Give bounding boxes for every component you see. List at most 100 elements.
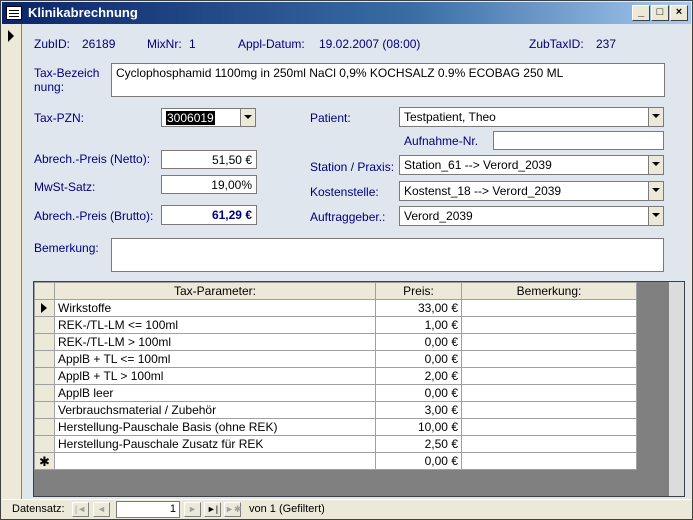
chevron-down-icon[interactable] (648, 207, 663, 225)
tax-bezeichnung-field[interactable]: Cyclophosphamid 1100mg in 250ml NaCl 0,9… (111, 63, 665, 97)
table-header-row: Tax-Parameter: Preis: Bemerkung: (34, 282, 637, 300)
new-record-row[interactable]: ✱ 0,00 € (34, 452, 637, 470)
param-cell[interactable]: ApplB + TL <= 100ml (54, 350, 376, 368)
table-row[interactable]: Herstellung-Pauschale Zusatz für REK 2,5… (34, 435, 637, 453)
param-cell[interactable] (54, 452, 376, 470)
row-selector[interactable] (34, 384, 55, 402)
aufnahme-field[interactable] (493, 131, 664, 150)
row-selector[interactable]: ✱ (34, 452, 55, 470)
table-row[interactable]: REK-/TL-LM <= 100ml 1,00 € (34, 316, 637, 334)
preis-cell[interactable]: 1,00 € (375, 316, 462, 334)
row-selector[interactable] (34, 350, 55, 368)
preis-cell[interactable]: 10,00 € (375, 418, 462, 436)
record-count-text: von 1 (Gefiltert) (249, 503, 325, 515)
preis-cell[interactable]: 2,00 € (375, 367, 462, 385)
record-selector[interactable] (2, 24, 22, 499)
param-cell[interactable]: REK-/TL-LM > 100ml (54, 333, 376, 351)
preis-cell[interactable]: 0,00 € (375, 452, 462, 470)
current-record-input[interactable]: 1 (116, 501, 180, 518)
chevron-down-icon[interactable] (648, 182, 663, 200)
patient-label: Patient: (310, 111, 351, 125)
param-cell[interactable]: Herstellung-Pauschale Zusatz für REK (54, 435, 376, 453)
preis-cell[interactable]: 0,00 € (375, 333, 462, 351)
subform-scrollbar[interactable] (668, 282, 684, 496)
column-header-bemerkung[interactable]: Bemerkung: (461, 282, 637, 300)
prev-record-button[interactable]: ◄ (93, 502, 110, 517)
auftraggeber-combo[interactable]: Verord_2039 (399, 206, 664, 226)
param-cell[interactable]: Herstellung-Pauschale Basis (ohne REK) (54, 418, 376, 436)
table-row[interactable]: Verbrauchsmaterial / Zubehör 3,00 € (34, 401, 637, 419)
chevron-down-icon[interactable] (648, 108, 663, 126)
chevron-down-icon[interactable] (240, 109, 255, 126)
close-button[interactable]: × (670, 5, 688, 21)
table-row[interactable]: ApplB + TL > 100ml 2,00 € (34, 367, 637, 385)
tax-pzn-combo[interactable]: 3006019 (161, 108, 256, 127)
zubtaxid-label: ZubTaxID: (529, 37, 584, 51)
first-record-button[interactable]: |◄ (72, 502, 89, 517)
current-record-arrow-icon (8, 30, 14, 42)
datensatz-label: Datensatz: (12, 503, 65, 515)
netto-label: Abrech.-Preis (Netto): (34, 152, 151, 166)
table-row[interactable]: ApplB + TL <= 100ml 0,00 € (34, 350, 637, 368)
table-row[interactable]: Herstellung-Pauschale Basis (ohne REK) 1… (34, 418, 637, 436)
next-record-button[interactable]: ► (184, 502, 201, 517)
mixnr-value: 1 (189, 37, 196, 51)
bemerkung-field[interactable] (111, 238, 664, 272)
bemerkung-cell[interactable] (461, 435, 637, 453)
netto-field[interactable]: 51,50 € (161, 150, 257, 169)
bemerkung-cell[interactable] (461, 384, 637, 402)
appl-datum-value: 19.02.2007 (08:00) (319, 37, 421, 51)
row-selector[interactable] (34, 418, 55, 436)
minimize-button[interactable]: _ (632, 5, 650, 21)
station-value: Station_61 --> Verord_2039 (404, 158, 552, 172)
param-cell[interactable]: ApplB + TL > 100ml (54, 367, 376, 385)
zubtaxid-value: 237 (596, 37, 617, 51)
row-selector[interactable] (34, 435, 55, 453)
bemerkung-cell[interactable] (461, 401, 637, 419)
column-header-tax-parameter[interactable]: Tax-Parameter: (54, 282, 376, 300)
bemerkung-cell[interactable] (461, 333, 637, 351)
new-record-button[interactable]: ►✱ (224, 502, 241, 517)
row-selector[interactable] (34, 401, 55, 419)
param-cell[interactable]: Wirkstoffe (54, 299, 376, 317)
table-row[interactable]: REK-/TL-LM > 100ml 0,00 € (34, 333, 637, 351)
aufnahme-label: Aufnahme-Nr. (404, 134, 479, 148)
table-row[interactable]: Wirkstoffe 33,00 € (34, 299, 637, 317)
bemerkung-cell[interactable] (461, 367, 637, 385)
param-cell[interactable]: REK-/TL-LM <= 100ml (54, 316, 376, 334)
bemerkung-cell[interactable] (461, 299, 637, 317)
preis-cell[interactable]: 3,00 € (375, 401, 462, 419)
preis-cell[interactable]: 0,00 € (375, 350, 462, 368)
maximize-button[interactable]: □ (651, 5, 669, 21)
bemerkung-cell[interactable] (461, 418, 637, 436)
param-cell[interactable]: ApplB leer (54, 384, 376, 402)
param-cell[interactable]: Verbrauchsmaterial / Zubehör (54, 401, 376, 419)
main-form: ZubID: 26189 MixNr: 1 Appl-Datum: 19.02.… (23, 24, 690, 499)
column-header-preis[interactable]: Preis: (375, 282, 462, 300)
mixnr-label: MixNr: (147, 37, 182, 51)
kostenstelle-combo[interactable]: Kostenst_18 --> Verord_2039 (399, 181, 664, 201)
table-row[interactable]: ApplB leer 0,00 € (34, 384, 637, 402)
mwst-field[interactable]: 19,00% (161, 175, 257, 194)
zubid-value: 26189 (82, 37, 116, 51)
preis-cell[interactable]: 33,00 € (375, 299, 462, 317)
chevron-down-icon[interactable] (648, 156, 663, 174)
station-combo[interactable]: Station_61 --> Verord_2039 (399, 155, 664, 175)
preis-cell[interactable]: 2,50 € (375, 435, 462, 453)
row-selector[interactable] (34, 367, 55, 385)
kostenstelle-label: Kostenstelle: (310, 185, 379, 199)
bemerkung-cell[interactable] (461, 316, 637, 334)
current-row-arrow-icon (41, 303, 47, 313)
record-navigation-bar: Datensatz: |◄ ◄ 1 ► ►| ►✱ von 1 (Gefilte… (2, 499, 691, 519)
last-record-button[interactable]: ►| (204, 502, 221, 517)
brutto-field[interactable]: 61,29 € (161, 205, 257, 225)
preis-cell[interactable]: 0,00 € (375, 384, 462, 402)
row-selector[interactable] (34, 299, 55, 317)
station-label: Station / Praxis: (310, 160, 395, 174)
title-bar[interactable]: Klinikabrechnung _ □ × (2, 2, 691, 24)
row-selector[interactable] (34, 316, 55, 334)
bemerkung-cell[interactable] (461, 350, 637, 368)
bemerkung-cell[interactable] (461, 452, 637, 470)
row-selector[interactable] (34, 333, 55, 351)
patient-combo[interactable]: Testpatient, Theo (399, 107, 664, 127)
